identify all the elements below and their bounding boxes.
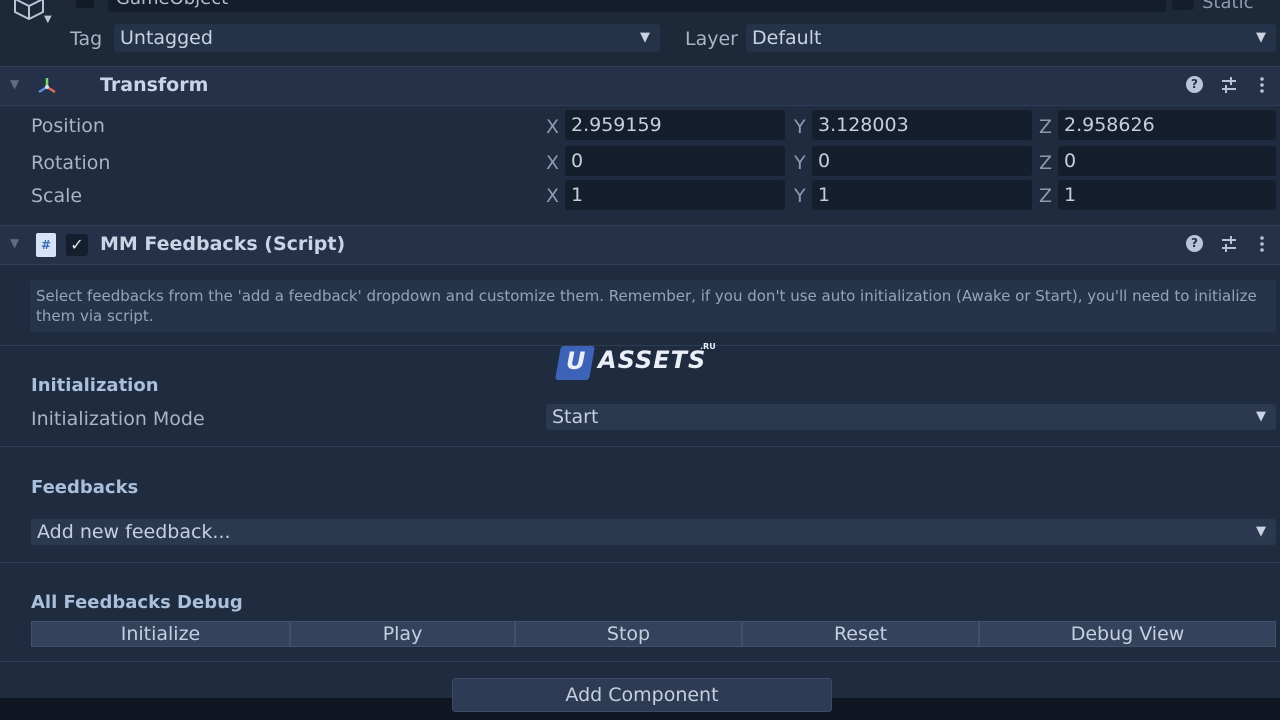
watermark-badge-letter: U xyxy=(566,347,586,375)
fold-arrow-icon[interactable]: ▼ xyxy=(10,236,19,250)
tag-value: Untagged xyxy=(120,27,213,49)
initialization-mode-label: Initialization Mode xyxy=(31,408,205,430)
triangle-down-icon: ▼ xyxy=(1256,409,1266,424)
triangle-down-icon: ▼ xyxy=(1256,30,1266,45)
initialization-mode-dropdown[interactable]: Start ▼ xyxy=(546,404,1276,430)
debug-section-title: All Feedbacks Debug xyxy=(31,592,243,613)
reset-button[interactable]: Reset xyxy=(742,621,979,647)
transform-header[interactable]: ▼ Transform ? xyxy=(0,66,1280,106)
scale-x-label[interactable]: X xyxy=(546,185,559,207)
stop-button[interactable]: Stop xyxy=(515,621,742,647)
add-component-button[interactable]: Add Component xyxy=(452,678,832,712)
icon-dropdown-arrow[interactable]: ▼ xyxy=(44,14,52,25)
scale-x-field[interactable]: 1 xyxy=(565,180,785,210)
tag-label: Tag xyxy=(70,28,103,50)
play-button[interactable]: Play xyxy=(290,621,515,647)
fold-arrow-icon[interactable]: ▼ xyxy=(10,77,19,91)
rotation-y-field[interactable]: 0 xyxy=(812,146,1032,176)
layer-value: Default xyxy=(752,27,822,49)
position-x-label[interactable]: X xyxy=(546,116,559,138)
scale-y-label[interactable]: Y xyxy=(794,185,806,207)
scale-z-field[interactable]: 1 xyxy=(1058,180,1276,210)
section-divider xyxy=(0,562,1280,563)
watermark-text: ASSETS xyxy=(598,346,707,374)
add-feedback-dropdown[interactable]: Add new feedback... ▼ xyxy=(31,519,1276,545)
inspector-panel: ▼ GameObject Static Tag Untagged ▼ Layer… xyxy=(0,0,1280,720)
uassets-watermark: U ASSETS .RU xyxy=(555,342,718,382)
object-header: ▼ GameObject Static Tag Untagged ▼ Layer… xyxy=(0,0,1280,67)
transform-gizmo-icon xyxy=(38,78,56,94)
cube-icon xyxy=(14,0,44,20)
kebab-menu-icon[interactable] xyxy=(1252,234,1272,254)
rotation-y-label[interactable]: Y xyxy=(794,152,806,174)
watermark-suffix: .RU xyxy=(700,342,716,351)
section-divider xyxy=(0,661,1280,662)
scale-z-label[interactable]: Z xyxy=(1039,185,1052,207)
scale-label: Scale xyxy=(31,185,83,207)
static-checkbox[interactable] xyxy=(1172,0,1194,10)
rotation-z-field[interactable]: 0 xyxy=(1058,146,1276,176)
mm-feedbacks-title: MM Feedbacks (Script) xyxy=(100,233,346,255)
script-file-icon: # xyxy=(36,233,56,257)
static-label: Static xyxy=(1202,0,1254,13)
position-y-field[interactable]: 3.128003 xyxy=(812,110,1032,140)
position-x-field[interactable]: 2.959159 xyxy=(565,110,785,140)
sliders-icon[interactable] xyxy=(1219,75,1239,95)
layer-dropdown[interactable]: Default ▼ xyxy=(746,24,1276,52)
help-icon[interactable]: ? xyxy=(1186,235,1203,252)
triangle-down-icon: ▼ xyxy=(1256,524,1266,539)
position-z-field[interactable]: 2.958626 xyxy=(1058,110,1276,140)
help-box: Select feedbacks from the 'add a feedbac… xyxy=(30,280,1276,332)
active-checkbox[interactable] xyxy=(76,0,94,8)
sliders-icon[interactable] xyxy=(1219,234,1239,254)
help-icon[interactable]: ? xyxy=(1186,76,1203,93)
initialize-button[interactable]: Initialize xyxy=(31,621,290,647)
rotation-z-label[interactable]: Z xyxy=(1039,152,1052,174)
debug-view-button[interactable]: Debug View xyxy=(979,621,1276,647)
layer-label: Layer xyxy=(685,28,738,50)
initialization-mode-value: Start xyxy=(552,406,599,428)
tag-dropdown[interactable]: Untagged ▼ xyxy=(114,24,660,52)
transform-title: Transform xyxy=(100,74,209,96)
position-z-label[interactable]: Z xyxy=(1039,116,1052,138)
section-divider xyxy=(0,446,1280,447)
triangle-down-icon: ▼ xyxy=(640,30,650,45)
object-name-field[interactable]: GameObject xyxy=(108,0,1166,12)
position-y-label[interactable]: Y xyxy=(794,116,806,138)
feedbacks-section-title: Feedbacks xyxy=(31,477,139,498)
initialization-section-title: Initialization xyxy=(31,375,159,396)
position-label: Position xyxy=(31,115,105,137)
mm-feedbacks-header[interactable]: ▼ # ✓ MM Feedbacks (Script) ? xyxy=(0,225,1280,265)
scale-y-field[interactable]: 1 xyxy=(812,180,1032,210)
add-feedback-placeholder: Add new feedback... xyxy=(37,521,231,543)
rotation-x-label[interactable]: X xyxy=(546,152,559,174)
rotation-label: Rotation xyxy=(31,152,111,174)
rotation-x-field[interactable]: 0 xyxy=(565,146,785,176)
kebab-menu-icon[interactable] xyxy=(1252,75,1272,95)
component-enabled-checkbox[interactable]: ✓ xyxy=(66,234,88,256)
